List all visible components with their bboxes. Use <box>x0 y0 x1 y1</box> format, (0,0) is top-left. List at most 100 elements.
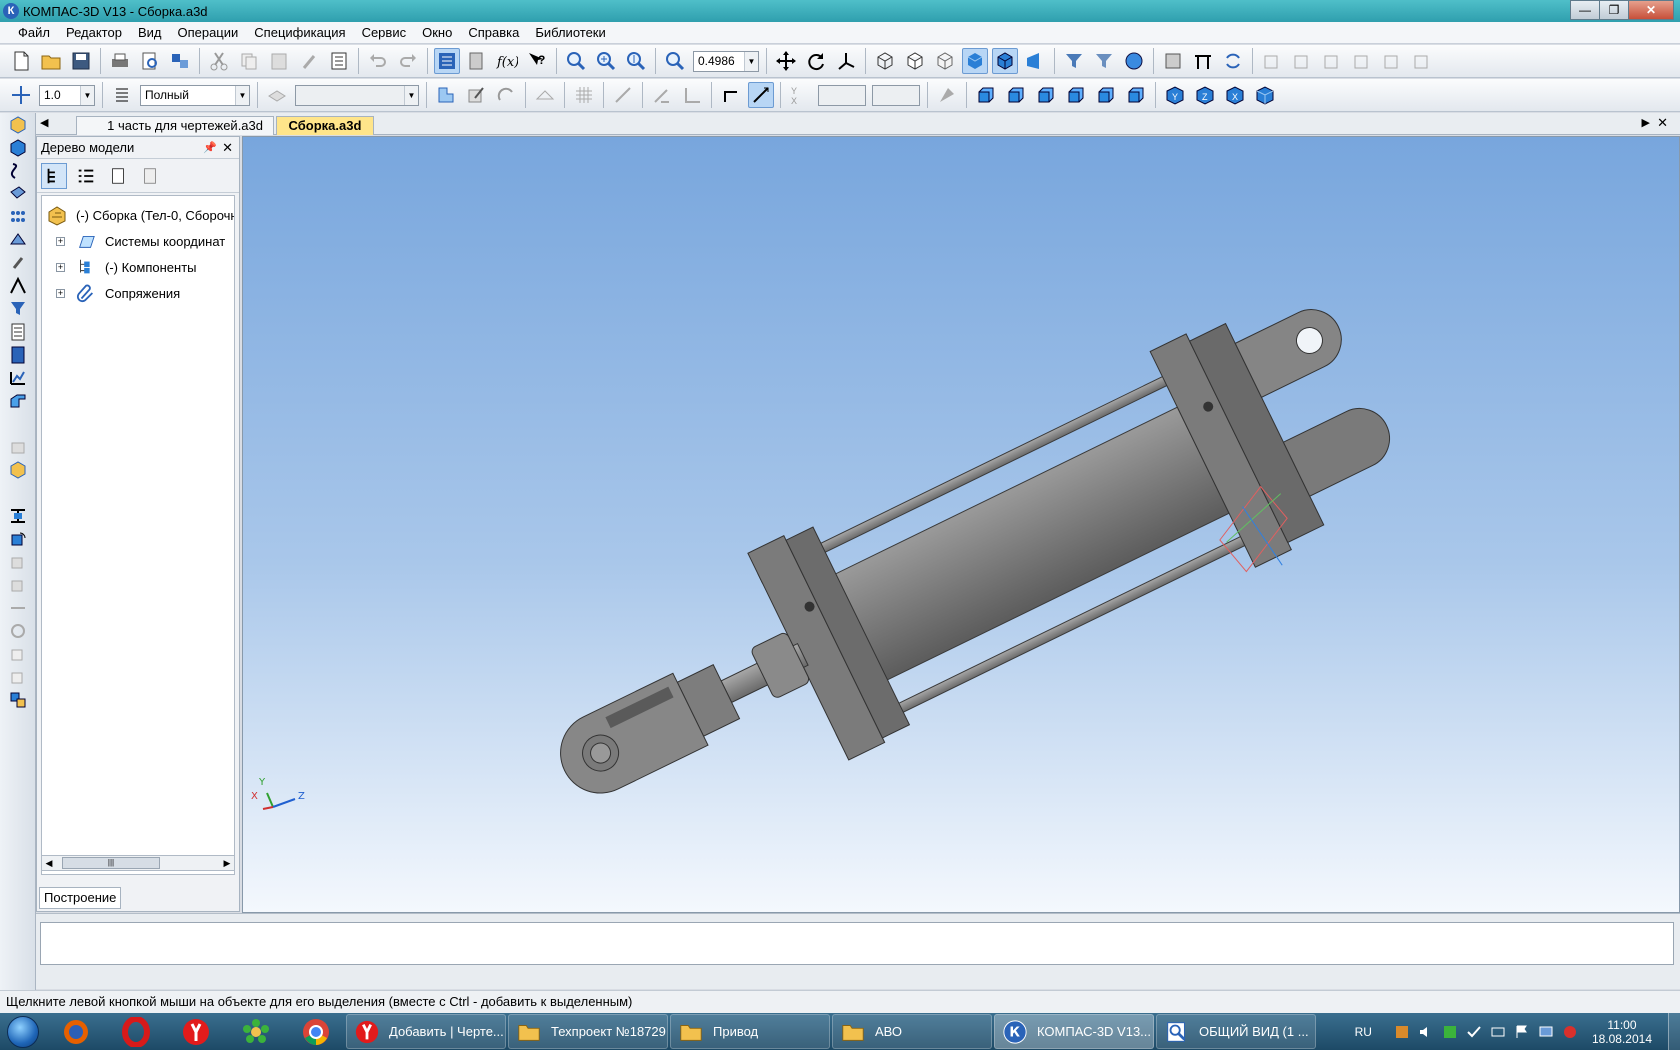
redo-icon[interactable] <box>395 48 421 74</box>
library-manager-icon[interactable] <box>464 48 490 74</box>
view-z-icon[interactable]: Z <box>1192 82 1218 108</box>
view-front-icon[interactable] <box>973 82 999 108</box>
orientation-icon[interactable] <box>833 48 859 74</box>
checkmark-icon[interactable] <box>1466 1024 1482 1040</box>
show-desktop-button[interactable] <box>1668 1013 1680 1050</box>
ortho-icon[interactable] <box>649 82 675 108</box>
zoom-scale-icon[interactable] <box>662 48 688 74</box>
clock[interactable]: 11:00 18.08.2014 <box>1592 1018 1652 1046</box>
view-left-icon[interactable] <box>1093 82 1119 108</box>
maximize-button[interactable]: ❐ <box>1599 0 1629 20</box>
perspective-icon[interactable] <box>1022 48 1048 74</box>
style-list-icon[interactable] <box>109 82 135 108</box>
tree-structure-icon[interactable] <box>41 162 67 189</box>
solid-ops-icon[interactable] <box>5 137 31 159</box>
expand-icon[interactable]: + <box>56 236 65 246</box>
tab-assembly[interactable]: Сборка.a3d <box>276 116 374 135</box>
view-x-icon[interactable]: X <box>1222 82 1248 108</box>
save-icon[interactable] <box>68 48 94 74</box>
view-back-icon[interactable] <box>1003 82 1029 108</box>
disabled-tool-2-icon[interactable] <box>5 551 31 573</box>
menu-help[interactable]: Справка <box>468 25 519 40</box>
language-indicator[interactable]: RU <box>1355 1025 1372 1039</box>
selection-filter-icon[interactable] <box>5 298 31 320</box>
curve-icon[interactable] <box>493 82 519 108</box>
coordinates-icon[interactable]: YX <box>787 82 813 108</box>
assembly-op-2-icon[interactable] <box>1289 48 1315 74</box>
properties-list-icon[interactable] <box>326 48 352 74</box>
coord-x-field[interactable] <box>818 84 866 106</box>
view-bottom-icon[interactable] <box>1063 82 1089 108</box>
zoom-window-icon[interactable] <box>563 48 589 74</box>
component-props-icon[interactable] <box>1160 48 1186 74</box>
reports-icon[interactable] <box>5 344 31 366</box>
snap-icon[interactable] <box>748 82 774 108</box>
chevron-down-icon[interactable]: ▼ <box>235 85 249 105</box>
disabled-tool-5-icon[interactable] <box>5 620 31 642</box>
paste-icon[interactable] <box>266 48 292 74</box>
tab-scroll-right-icon[interactable]: ▶ <box>1642 116 1650 129</box>
disabled-tool-6-icon[interactable] <box>5 643 31 665</box>
auxiliary-geometry-icon[interactable] <box>5 229 31 251</box>
menu-libraries[interactable]: Библиотеки <box>535 25 605 40</box>
volume-icon[interactable] <box>1418 1024 1434 1040</box>
close-tab-icon[interactable]: ✕ <box>1657 115 1668 131</box>
view-top-icon[interactable] <box>1033 82 1059 108</box>
chevron-down-icon[interactable]: ▼ <box>404 85 418 105</box>
grid-icon[interactable] <box>571 82 597 108</box>
sketch-icon[interactable] <box>433 82 459 108</box>
select-by-type-icon[interactable] <box>1091 48 1117 74</box>
security-icon[interactable] <box>1442 1024 1458 1040</box>
disabled-tool-3-icon[interactable] <box>5 574 31 596</box>
rotate-icon[interactable] <box>803 48 829 74</box>
view-right-icon[interactable] <box>1123 82 1149 108</box>
assembly-op-6-icon[interactable] <box>1409 48 1435 74</box>
layer-icon[interactable] <box>264 82 290 108</box>
hidden-lines-icon[interactable] <box>902 48 928 74</box>
icq-icon[interactable] <box>226 1013 286 1050</box>
flag-icon[interactable] <box>1514 1024 1530 1040</box>
specification-icon[interactable] <box>5 321 31 343</box>
replace-component-icon[interactable] <box>5 689 31 711</box>
tree-horizontal-scrollbar[interactable]: ◀ ||| ▶ <box>41 855 235 871</box>
expand-icon[interactable]: + <box>56 288 65 298</box>
rebuild-icon[interactable] <box>1220 48 1246 74</box>
view-iso-icon[interactable] <box>1252 82 1278 108</box>
task-folder-avo[interactable]: АВО <box>832 1014 992 1049</box>
filter-select-icon[interactable] <box>1061 48 1087 74</box>
edit-sketch-icon[interactable] <box>463 82 489 108</box>
assembly-op-1-icon[interactable] <box>1259 48 1285 74</box>
task-kompas[interactable]: К КОМПАС-3D V13... <box>994 1014 1154 1049</box>
menu-editor[interactable]: Редактор <box>66 25 122 40</box>
start-button[interactable] <box>0 1013 46 1050</box>
print-icon[interactable] <box>107 48 133 74</box>
local-cs-icon[interactable] <box>610 82 636 108</box>
menu-service[interactable]: Сервис <box>362 25 407 40</box>
kompas-app-icon[interactable]: К <box>3 3 19 19</box>
property-panel-area[interactable] <box>40 922 1674 965</box>
disabled-tool-icon[interactable] <box>5 436 31 458</box>
measure-icon[interactable] <box>1190 48 1216 74</box>
task-folder-techproject[interactable]: Техпроект №18729 <box>508 1014 668 1049</box>
dimension-icon[interactable] <box>5 505 31 527</box>
task-yandex[interactable]: Добавить | Черте... <box>346 1014 506 1049</box>
help-cursor-icon[interactable]: ? <box>524 48 550 74</box>
zoom-combo[interactable]: 0.4986 ▼ <box>693 50 759 72</box>
tray-app-icon[interactable] <box>1394 1024 1410 1040</box>
tree-item-mates[interactable]: + Сопряжения <box>56 282 180 304</box>
expand-icon[interactable]: + <box>56 262 65 272</box>
power-icon[interactable] <box>1562 1024 1578 1040</box>
yandex-browser-icon[interactable] <box>166 1013 226 1050</box>
menu-file[interactable]: Файл <box>18 25 50 40</box>
assembly-op-4-icon[interactable] <box>1349 48 1375 74</box>
step-combo[interactable]: 1.0 ▼ <box>39 84 95 106</box>
arrays-icon[interactable] <box>5 206 31 228</box>
menu-specification[interactable]: Спецификация <box>254 25 345 40</box>
manager-icon[interactable] <box>167 48 193 74</box>
close-panel-icon[interactable]: ✕ <box>222 140 233 156</box>
shaded-edges-icon[interactable] <box>992 48 1018 74</box>
surfaces-icon[interactable] <box>5 183 31 205</box>
disabled-tool-7-icon[interactable] <box>5 666 31 688</box>
wireframe-icon[interactable] <box>872 48 898 74</box>
tree-root-assembly[interactable]: (-) Сборка (Тел-0, Сборочн <box>46 204 234 226</box>
